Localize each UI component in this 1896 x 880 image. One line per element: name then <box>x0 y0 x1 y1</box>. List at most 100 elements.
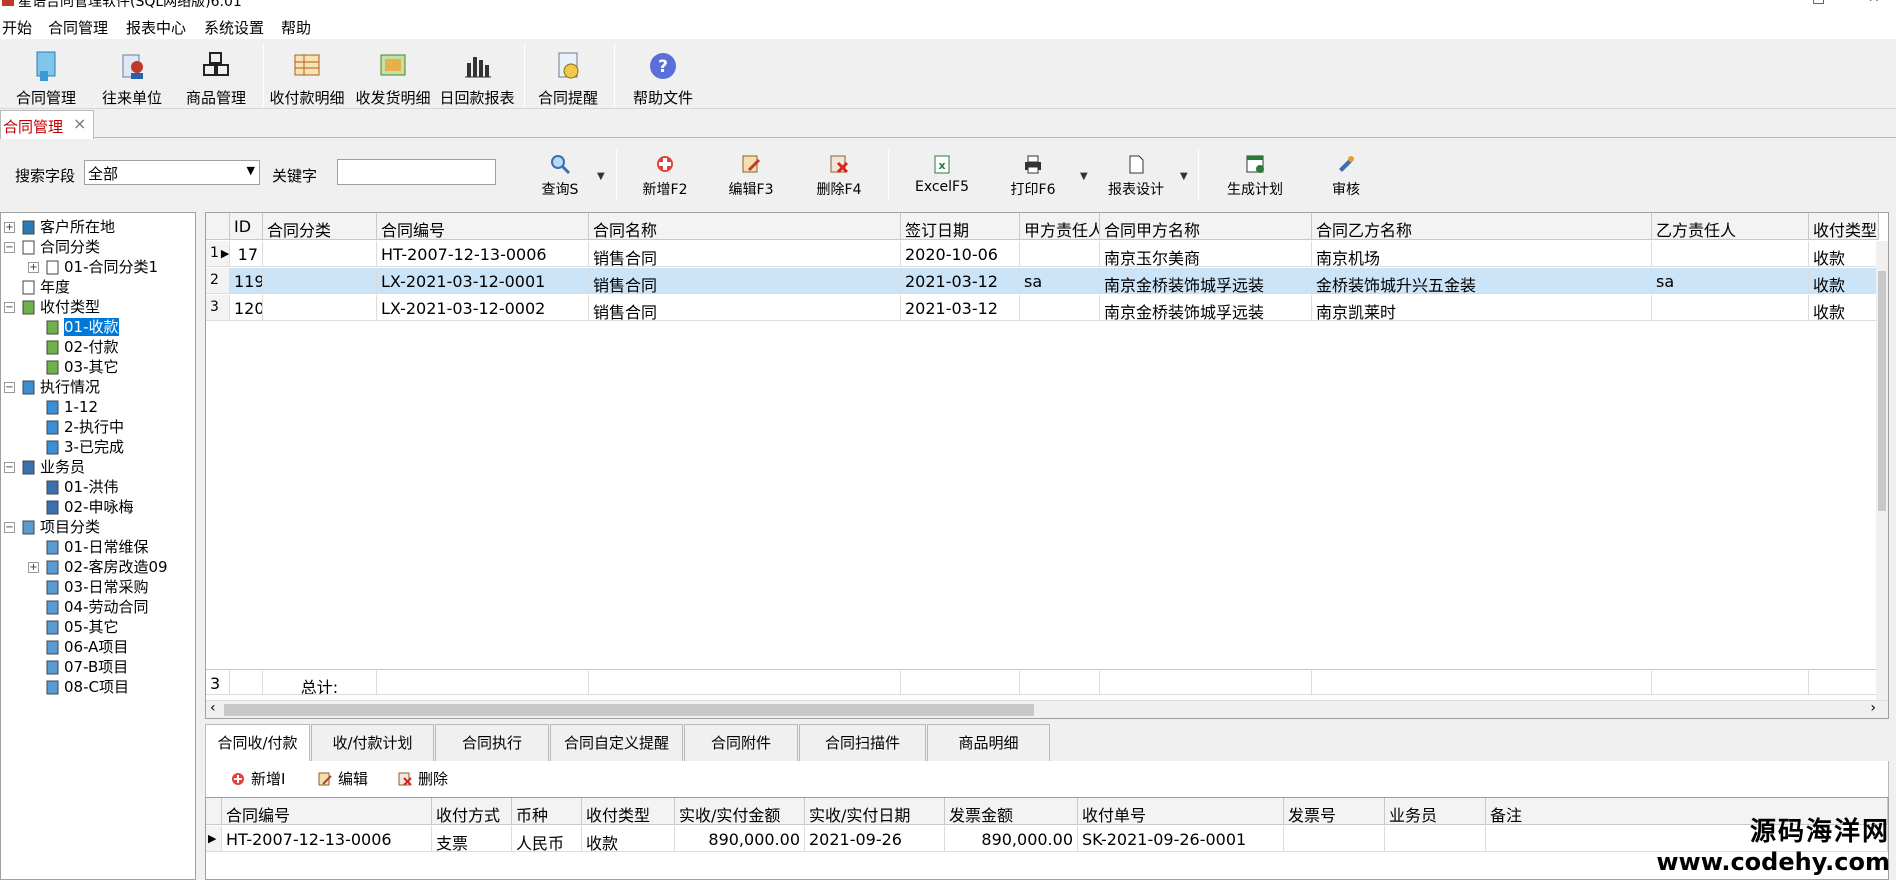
print-button[interactable]: 打印F6 <box>998 153 1068 199</box>
bottom-delete-button[interactable]: 删除 <box>397 768 448 789</box>
grid-cell[interactable]: 南京金桥装饰城孚远装 <box>1100 268 1312 294</box>
payment-cell[interactable]: 890,000.00 <box>945 826 1078 852</box>
tree-node[interactable]: 2-执行中 <box>45 418 124 437</box>
tree-node[interactable]: 03-日常采购 <box>45 578 149 597</box>
payment-column-header[interactable]: 发票号 <box>1284 798 1385 825</box>
current-row-arrow-icon[interactable]: ▶ <box>206 826 222 852</box>
grid-column-header[interactable]: 签订日期 <box>901 213 1020 240</box>
bottom-tab[interactable]: 商品明细 <box>927 724 1050 761</box>
grid-column-header[interactable]: 合同名称 <box>589 213 901 240</box>
grid-column-header[interactable]: 合同乙方名称 <box>1312 213 1652 240</box>
grid-column-header[interactable]: 甲方责任人 <box>1020 213 1100 240</box>
grid-cell[interactable]: 收款 <box>1809 295 1879 321</box>
toolbar-daily-report-button[interactable]: 日回款报表 <box>436 49 518 107</box>
payment-column-header[interactable]: 收付类型 <box>582 798 675 825</box>
add-button[interactable]: 新增F2 <box>630 153 700 199</box>
tree-node[interactable]: 年度 <box>21 278 70 297</box>
scroll-thumb[interactable] <box>1878 271 1886 511</box>
bottom-tab[interactable]: 合同收/付款 <box>205 724 310 762</box>
menu-reports[interactable]: 报表中心 <box>126 17 186 38</box>
payment-grid[interactable]: 合同编号 收付方式 币种 收付类型 实收/实付金额 实收/实付日期 发票金额 收付单号 发票号业… <box>205 797 1889 880</box>
grid-cell[interactable]: 2021-03-12 <box>901 268 1020 294</box>
grid-column-header[interactable]: 合同甲方名称 <box>1100 213 1312 240</box>
keyword-input[interactable] <box>337 159 496 185</box>
menu-help[interactable]: 帮助 <box>281 17 311 38</box>
close-window-button[interactable]: ✕ <box>1868 0 1880 6</box>
print-dropdown-icon[interactable]: ▼ <box>1080 171 1088 182</box>
bottom-tab[interactable]: 合同自定义提醒 <box>550 724 683 761</box>
tree-node[interactable]: 1-12 <box>45 398 98 417</box>
toolbar-payment-detail-button[interactable]: 收付款明细 <box>266 49 348 107</box>
tree-node[interactable]: 业务员 <box>21 458 85 477</box>
grid-horizontal-scrollbar[interactable]: ‹ › <box>206 700 1888 718</box>
tree-expander[interactable]: + <box>28 562 39 573</box>
search-field-select[interactable]: 全部 ▼ <box>84 160 260 185</box>
tree-node[interactable]: 01-洪伟 <box>45 478 119 497</box>
tree-expander[interactable]: + <box>4 222 15 233</box>
doc-tab-contract[interactable]: 合同管理 × <box>0 110 94 139</box>
excel-button[interactable]: x ExcelF5 <box>904 153 980 195</box>
grid-cell[interactable]: LX-2021-03-12-0002 <box>377 295 589 321</box>
grid-column-header[interactable]: ID <box>230 213 263 240</box>
bottom-add-button[interactable]: 新增I <box>230 768 285 789</box>
tree-expander[interactable]: − <box>4 462 15 473</box>
tree-node[interactable]: 收付类型 <box>21 298 100 317</box>
tree-node[interactable]: 04-劳动合同 <box>45 598 149 617</box>
payment-column-header[interactable]: 发票金额 <box>945 798 1078 825</box>
toolbar-shipping-detail-button[interactable]: 收发货明细 <box>352 49 434 107</box>
approve-button[interactable]: 审核 <box>1316 153 1376 199</box>
menu-contract[interactable]: 合同管理 <box>48 17 108 38</box>
payment-cell[interactable] <box>1284 826 1385 852</box>
bottom-tab[interactable]: 合同扫描件 <box>799 724 926 761</box>
grid-cell[interactable]: 销售合同 <box>589 268 901 294</box>
grid-vertical-scrollbar[interactable] <box>1876 241 1888 711</box>
tree-node[interactable]: 02-客房改造09 <box>45 558 168 577</box>
tree-node[interactable]: 项目分类 <box>21 518 100 537</box>
delete-button[interactable]: 删除F4 <box>804 153 874 199</box>
bottom-tab[interactable]: 收/付款计划 <box>311 724 434 761</box>
payment-cell[interactable]: SK-2021-09-26-0001 <box>1078 826 1284 852</box>
generate-plan-button[interactable]: 生成计划 <box>1210 153 1300 199</box>
payment-cell[interactable]: 支票 <box>432 826 512 852</box>
scroll-right-icon[interactable]: › <box>1870 700 1876 716</box>
payment-cell[interactable]: 收款 <box>582 826 675 852</box>
row-indicator[interactable]: 1 ▶ <box>206 241 230 267</box>
toolbar-contract-button[interactable]: 合同管理 <box>8 49 84 107</box>
payment-column-header[interactable]: 业务员 <box>1385 798 1486 825</box>
report-design-button[interactable]: 报表设计 <box>1096 153 1176 199</box>
tree-node[interactable]: 01-合同分类1 <box>45 258 158 277</box>
close-icon[interactable]: × <box>73 114 86 133</box>
tree-node[interactable]: 06-A项目 <box>45 638 128 657</box>
grid-cell[interactable] <box>1652 295 1809 321</box>
tree-node[interactable]: 07-B项目 <box>45 658 128 677</box>
grid-cell[interactable]: 2020-10-06 <box>901 241 1020 267</box>
tree-node[interactable]: 01-收款 <box>45 318 119 337</box>
tree-node[interactable]: 02-付款 <box>45 338 119 357</box>
tree-expander[interactable]: − <box>4 242 15 253</box>
grid-cell[interactable]: 收款 <box>1809 268 1879 294</box>
grid-cell[interactable]: 119 <box>230 268 263 294</box>
grid-column-header[interactable]: 乙方责任人 <box>1652 213 1809 240</box>
row-indicator[interactable]: 2 <box>206 268 230 294</box>
toolbar-goods-button[interactable]: 商品管理 <box>178 49 254 107</box>
grid-cell[interactable]: 南京玉尔美商 <box>1100 241 1312 267</box>
contract-grid[interactable]: ID 合同分类 合同编号 合同名称 签订日期 甲方责任人 合同甲方名称 合同乙方名称 乙方责任人… <box>205 212 1889 719</box>
grid-cell[interactable]: 南京凯莱时 <box>1312 295 1652 321</box>
tree-node[interactable]: 02-申咏梅 <box>45 498 134 517</box>
toolbar-partner-button[interactable]: 往来单位 <box>94 49 170 107</box>
report-design-dropdown-icon[interactable]: ▼ <box>1180 171 1188 182</box>
grid-cell[interactable] <box>1020 295 1100 321</box>
menu-start[interactable]: 开始 <box>2 17 32 38</box>
payment-cell[interactable] <box>1385 826 1486 852</box>
grid-cell[interactable]: 销售合同 <box>589 241 901 267</box>
payment-cell[interactable]: 人民币 <box>512 826 582 852</box>
grid-cell[interactable]: 17 <box>230 241 263 267</box>
grid-cell[interactable]: sa <box>1652 268 1809 294</box>
grid-cell[interactable] <box>1652 241 1809 267</box>
tree-expander[interactable]: − <box>4 522 15 533</box>
maximize-button[interactable]: □ <box>1812 0 1825 6</box>
grid-cell[interactable]: LX-2021-03-12-0001 <box>377 268 589 294</box>
grid-cell[interactable]: 南京机场 <box>1312 241 1652 267</box>
grid-column-header[interactable]: 收付类型 <box>1809 213 1879 240</box>
grid-cell[interactable] <box>263 268 377 294</box>
